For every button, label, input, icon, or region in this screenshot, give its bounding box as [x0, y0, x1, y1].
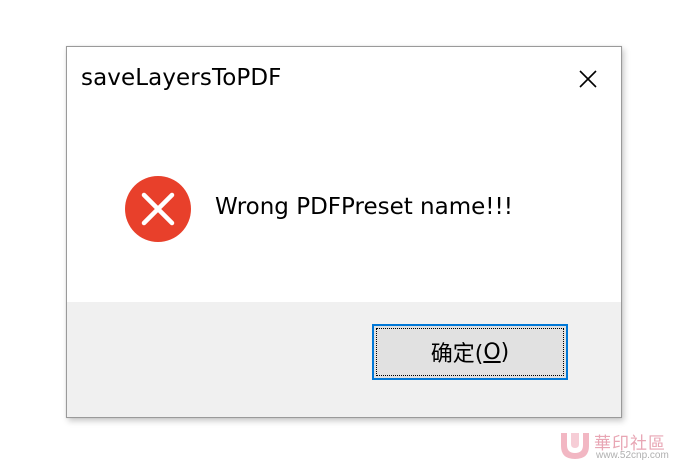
ok-button-label-prefix: 确定(: [430, 342, 484, 367]
ok-button-mnemonic: O: [483, 339, 501, 365]
error-icon: [125, 176, 191, 242]
close-button[interactable]: [567, 59, 609, 99]
watermark-url: www.52cnp.com: [596, 450, 669, 461]
message-box-dialog: saveLayersToPDF Wrong PDFPreset name!!! …: [66, 46, 622, 418]
watermark-logo-icon: [561, 433, 589, 459]
title-bar: saveLayersToPDF: [67, 47, 621, 111]
error-message: Wrong PDFPreset name!!!: [215, 194, 513, 220]
watermark: 華印社區 www.52cnp.com: [558, 429, 684, 463]
close-icon: [579, 70, 597, 88]
button-area: 确定(O): [67, 302, 621, 417]
dialog-content: Wrong PDFPreset name!!!: [67, 111, 621, 305]
ok-button-label-suffix: ): [500, 339, 510, 365]
dialog-title: saveLayersToPDF: [81, 65, 282, 91]
ok-button[interactable]: 确定(O): [372, 324, 568, 380]
